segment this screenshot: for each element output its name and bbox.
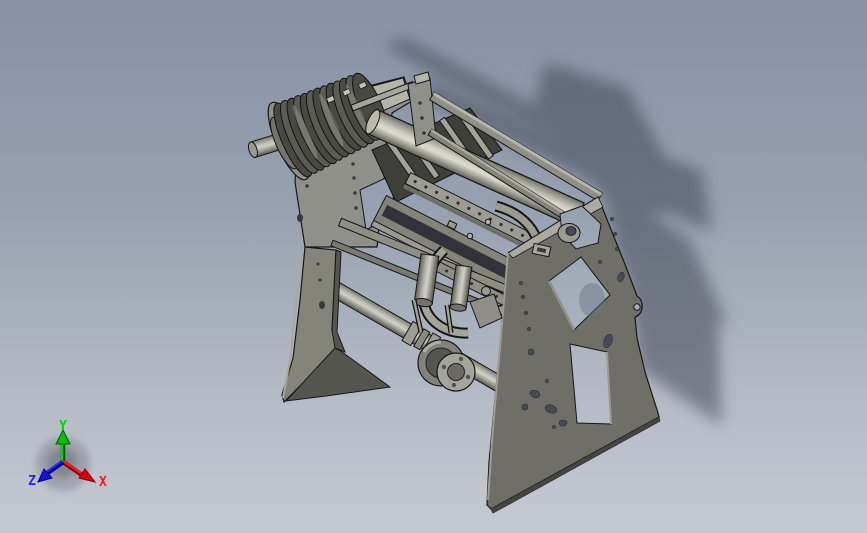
ear-hole (633, 303, 641, 311)
y-axis-label: Y (59, 419, 67, 434)
lower-cutout (569, 343, 612, 425)
cad-viewport[interactable]: Y X Z (0, 0, 867, 533)
z-axis-label: Z (28, 474, 36, 489)
viewport-canvas[interactable]: Y X Z (0, 0, 867, 533)
x-axis-label: X (99, 475, 107, 490)
